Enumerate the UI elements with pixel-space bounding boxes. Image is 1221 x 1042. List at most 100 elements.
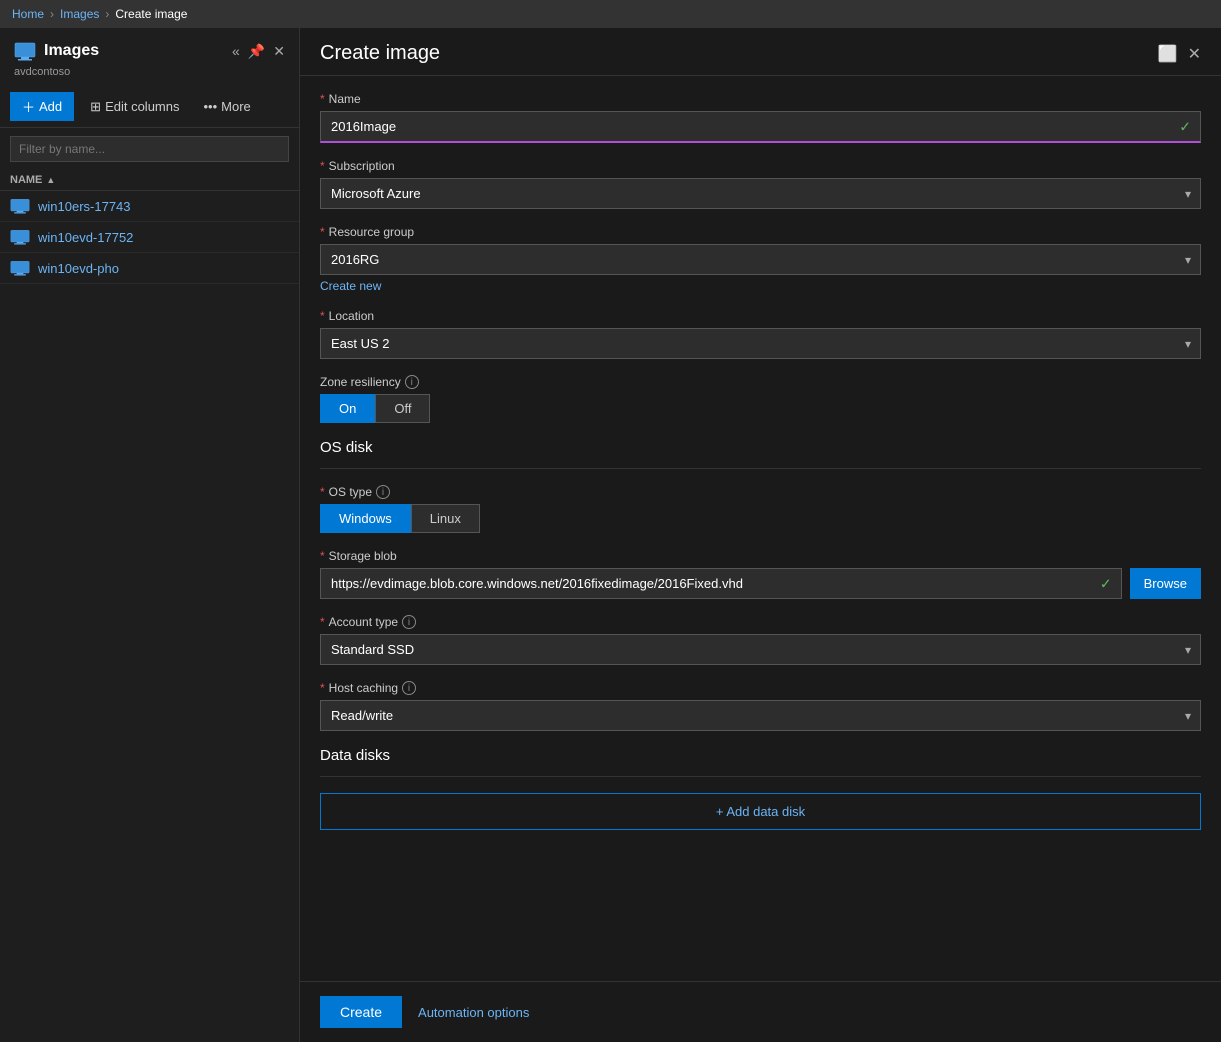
breadcrumb-sep-2: › [105, 7, 109, 21]
columns-icon: ⊞ [90, 99, 101, 115]
zone-info-icon[interactable]: i [405, 375, 419, 389]
vm-icon-2 [10, 229, 30, 245]
edit-columns-button[interactable]: ⊞ Edit columns [82, 94, 187, 120]
storage-blob-label-text: Storage blob [329, 549, 397, 563]
cache-required: * [320, 681, 325, 695]
os-required: * [320, 485, 325, 499]
sidebar-header: Images « 📌 ✕ [0, 28, 299, 66]
host-caching-label: * Host caching i [320, 681, 1201, 695]
blob-required: * [320, 549, 325, 563]
add-button[interactable]: ＋ Add [10, 92, 74, 121]
panel-header: Create image ⬜ ✕ [300, 28, 1221, 76]
os-disk-divider [320, 468, 1201, 469]
browse-button[interactable]: Browse [1130, 568, 1201, 599]
panel-content: * Name ✓ * Subscription Microsoft Azure [300, 76, 1221, 981]
zone-label: Zone resiliency i [320, 375, 1201, 389]
subscription-select-wrap: Microsoft Azure ▾ [320, 178, 1201, 209]
list-item-label-3: win10evd-pho [38, 261, 119, 276]
column-name-label: NAME [10, 174, 42, 186]
rg-label: * Resource group [320, 225, 1201, 239]
name-group: * Name ✓ [320, 92, 1201, 143]
add-label: Add [39, 99, 62, 114]
zone-label-text: Zone resiliency [320, 375, 401, 389]
home-link[interactable]: Home [12, 7, 44, 21]
sidebar-title: Images [44, 42, 99, 60]
close-sidebar-icon[interactable]: ✕ [273, 43, 285, 60]
storage-blob-input-wrap: ✓ [320, 568, 1122, 599]
list-item[interactable]: win10evd-pho [0, 253, 299, 284]
name-label-text: Name [329, 92, 361, 106]
os-info-icon[interactable]: i [376, 485, 390, 499]
blob-check-icon: ✓ [1100, 575, 1112, 592]
sub-required: * [320, 159, 325, 173]
panel-title: Create image [320, 42, 440, 65]
breadcrumb-current: Create image [115, 7, 187, 21]
name-input[interactable] [320, 111, 1201, 143]
panel-controls: ⬜ ✕ [1158, 44, 1201, 64]
main-panel: Create image ⬜ ✕ * Name ✓ [300, 28, 1221, 1042]
host-caching-select[interactable]: Read/write [320, 700, 1201, 731]
os-linux-button[interactable]: Linux [411, 504, 480, 533]
list-item[interactable]: win10ers-17743 [0, 191, 299, 222]
os-toggle-group: Windows Linux [320, 504, 1201, 533]
rg-select[interactable]: 2016RG [320, 244, 1201, 275]
location-group: * Location East US 2 ▾ [320, 309, 1201, 359]
panel-footer: Create Automation options [300, 981, 1221, 1042]
images-link[interactable]: Images [60, 7, 99, 21]
storage-blob-input[interactable] [320, 568, 1122, 599]
list-item-label-2: win10evd-17752 [38, 230, 133, 245]
sort-icon: ▲ [46, 175, 55, 185]
zone-off-button[interactable]: Off [375, 394, 430, 423]
sidebar: Images « 📌 ✕ avdcontoso ＋ Add ⊞ Edit col… [0, 28, 300, 1042]
filter-input[interactable] [10, 136, 289, 162]
sidebar-title-row: Images [14, 40, 99, 62]
collapse-icon[interactable]: « [232, 43, 240, 60]
pin-icon[interactable]: 📌 [248, 43, 265, 60]
subscription-label-text: Subscription [329, 159, 395, 173]
os-windows-button[interactable]: Windows [320, 504, 411, 533]
zone-toggle-group: On Off [320, 394, 1201, 423]
list-items: win10ers-17743 win10evd-17752 win10evd-p… [0, 191, 299, 284]
close-panel-icon[interactable]: ✕ [1188, 44, 1201, 64]
list-item[interactable]: win10evd-17752 [0, 222, 299, 253]
zone-on-button[interactable]: On [320, 394, 375, 423]
account-type-label: * Account type i [320, 615, 1201, 629]
maximize-icon[interactable]: ⬜ [1158, 44, 1178, 64]
sidebar-icon-group: « 📌 ✕ [232, 43, 285, 60]
plus-icon: ＋ [22, 97, 35, 116]
add-data-disk-button[interactable]: + Add data disk [320, 793, 1201, 830]
cache-info-icon[interactable]: i [402, 681, 416, 695]
rg-label-text: Resource group [329, 225, 414, 239]
account-type-group: * Account type i Standard SSD ▾ [320, 615, 1201, 665]
location-select-wrap: East US 2 ▾ [320, 328, 1201, 359]
name-required: * [320, 92, 325, 106]
host-caching-select-wrap: Read/write ▾ [320, 700, 1201, 731]
location-label: * Location [320, 309, 1201, 323]
list-header: NAME ▲ [0, 170, 299, 191]
create-button[interactable]: Create [320, 996, 402, 1028]
host-caching-label-text: Host caching [329, 681, 398, 695]
account-type-select[interactable]: Standard SSD [320, 634, 1201, 665]
more-button[interactable]: ••• More [195, 94, 258, 119]
storage-blob-group: * Storage blob ✓ Browse [320, 549, 1201, 599]
subscription-group: * Subscription Microsoft Azure ▾ [320, 159, 1201, 209]
subscription-select[interactable]: Microsoft Azure [320, 178, 1201, 209]
host-caching-group: * Host caching i Read/write ▾ [320, 681, 1201, 731]
acct-info-icon[interactable]: i [402, 615, 416, 629]
name-check-icon: ✓ [1179, 119, 1191, 136]
more-dots-icon: ••• [203, 99, 217, 114]
location-select[interactable]: East US 2 [320, 328, 1201, 359]
os-type-group: * OS type i Windows Linux [320, 485, 1201, 533]
create-new-link[interactable]: Create new [320, 279, 381, 293]
more-label: More [221, 99, 251, 114]
vm-icon-3 [10, 260, 30, 276]
data-disks-heading: Data disks [320, 747, 1201, 764]
list-item-label-1: win10ers-17743 [38, 199, 131, 214]
automation-options-link[interactable]: Automation options [418, 1005, 529, 1020]
layout: Images « 📌 ✕ avdcontoso ＋ Add ⊞ Edit col… [0, 28, 1221, 1042]
acct-required: * [320, 615, 325, 629]
location-label-text: Location [329, 309, 374, 323]
data-disks-divider [320, 776, 1201, 777]
subscription-label: * Subscription [320, 159, 1201, 173]
breadcrumb-sep-1: › [50, 7, 54, 21]
